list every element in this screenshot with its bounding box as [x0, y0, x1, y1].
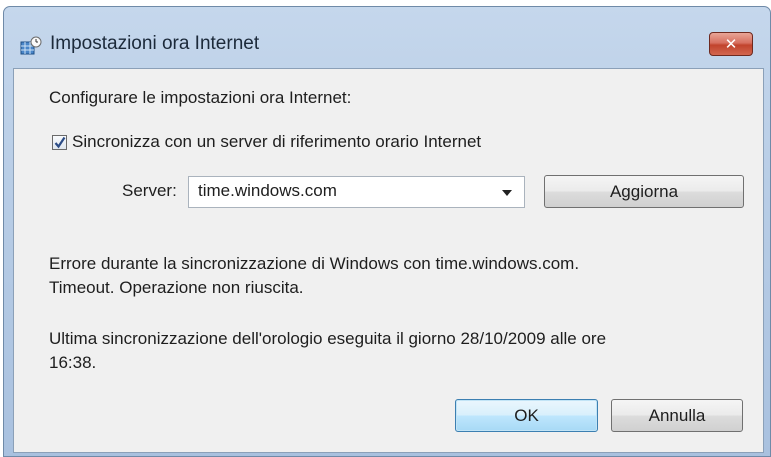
last-sync-line1: Ultima sincronizzazione dell'orologio es… — [49, 329, 607, 348]
close-button[interactable]: ✕ — [709, 32, 753, 56]
checkmark-icon — [54, 136, 66, 149]
ok-button[interactable]: OK — [455, 399, 598, 432]
window-title: Impostazioni ora Internet — [50, 33, 260, 54]
dialog-window: Impostazioni ora Internet ✕ Configurare … — [3, 6, 771, 457]
sync-checkbox[interactable] — [52, 135, 67, 150]
chevron-down-icon[interactable] — [502, 190, 512, 196]
heading-text: Configurare le impostazioni ora Internet… — [49, 88, 352, 107]
error-message-line1: Errore durante la sincronizzazione di Wi… — [49, 254, 580, 273]
error-message-line2: Timeout. Operazione non riuscita. — [49, 278, 304, 297]
title-bar[interactable]: Impostazioni ora Internet ✕ — [4, 7, 770, 77]
server-combobox[interactable]: time.windows.com — [188, 176, 525, 208]
dialog-content: Configurare le impostazioni ora Internet… — [13, 68, 764, 453]
clock-globe-icon — [20, 36, 42, 56]
last-sync-line2: 16:38. — [49, 353, 97, 372]
server-value[interactable]: time.windows.com — [198, 181, 337, 201]
sync-checkbox-label[interactable]: Sincronizza con un server di riferimento… — [72, 132, 481, 152]
cancel-button[interactable]: Annulla — [611, 399, 743, 432]
update-button[interactable]: Aggiorna — [544, 175, 744, 208]
close-icon: ✕ — [724, 35, 738, 53]
server-label: Server: — [122, 181, 177, 200]
